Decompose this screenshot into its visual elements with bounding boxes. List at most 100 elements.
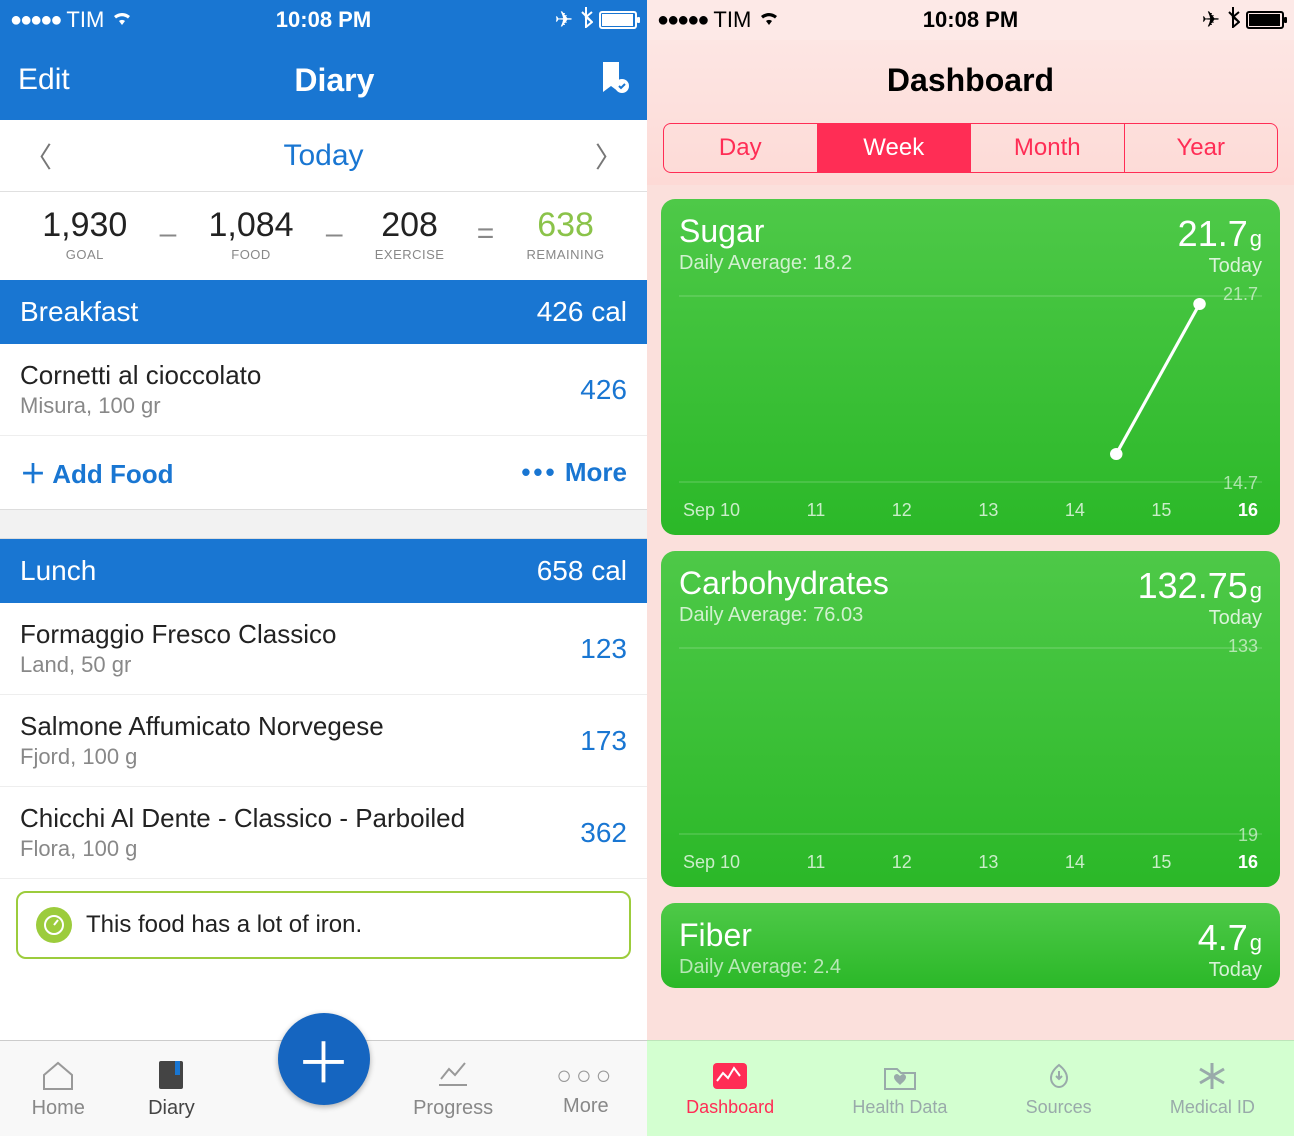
- food-detail: Flora, 100 g: [20, 836, 465, 862]
- y-max-label: 133: [1228, 636, 1258, 657]
- food-calories: 426: [580, 374, 627, 406]
- edit-button[interactable]: Edit: [18, 63, 70, 97]
- x-axis: Sep 10111213141516: [679, 494, 1262, 525]
- tab-bar: Home Diary Progress ○○○ More ＋: [0, 1040, 647, 1136]
- location-icon: ✈: [1202, 7, 1220, 33]
- wifi-icon: [110, 7, 134, 33]
- time-range-segment: Day Week Month Year: [663, 123, 1278, 173]
- meal-name: Breakfast: [20, 296, 138, 328]
- food-insight[interactable]: This food has a lot of iron.: [16, 891, 631, 959]
- food-detail: Land, 50 gr: [20, 652, 336, 678]
- tab-home[interactable]: Home: [32, 1057, 85, 1120]
- tab-health-data[interactable]: Health Data: [852, 1059, 947, 1118]
- goal-label: GOAL: [42, 247, 127, 262]
- food-value: 1,084: [208, 206, 293, 245]
- sources-icon: [1040, 1059, 1078, 1093]
- battery-icon: [599, 11, 637, 29]
- next-day-button[interactable]: 〉: [595, 136, 623, 176]
- card-sublabel: Today: [1178, 255, 1262, 278]
- gauge-icon: [36, 907, 72, 943]
- card-average: Daily Average: 76.03: [679, 604, 889, 627]
- meal-calories: 426 cal: [537, 296, 627, 328]
- card-unit: g: [1250, 930, 1262, 955]
- food-row[interactable]: Formaggio Fresco ClassicoLand, 50 gr 123: [0, 603, 647, 695]
- card-unit: g: [1250, 578, 1262, 603]
- x-axis: Sep 10111213141516: [679, 846, 1262, 877]
- food-name: Salmone Affumicato Norvegese: [20, 711, 384, 742]
- food-detail: Fjord, 100 g: [20, 744, 384, 770]
- food-row[interactable]: Salmone Affumicato NorvegeseFjord, 100 g…: [0, 695, 647, 787]
- date-navigator: 〈 Today 〉: [0, 120, 647, 192]
- seg-year[interactable]: Year: [1125, 124, 1278, 172]
- seg-month[interactable]: Month: [971, 124, 1125, 172]
- meal-name: Lunch: [20, 555, 96, 587]
- food-calories: 362: [580, 817, 627, 849]
- bluetooth-icon: [579, 6, 593, 34]
- dashboard-icon: [711, 1059, 749, 1093]
- status-bar-left: ●●●●● TIM 10:08 PM ✈: [0, 0, 647, 40]
- y-max-label: 21.7: [1223, 284, 1258, 305]
- date-label[interactable]: Today: [283, 139, 363, 173]
- food-row[interactable]: Chicchi Al Dente - Classico - ParboiledF…: [0, 787, 647, 879]
- tab-diary[interactable]: Diary: [148, 1057, 195, 1120]
- meal-header-breakfast[interactable]: Breakfast 426 cal: [0, 280, 647, 344]
- tab-bar: Dashboard Health Data Sources Medical ID: [647, 1040, 1294, 1136]
- meal-calories: 658 cal: [537, 555, 627, 587]
- food-calories: 173: [580, 725, 627, 757]
- food-calories: 123: [580, 633, 627, 665]
- plus-icon: ＋: [20, 459, 52, 489]
- plus-icon: ＋: [296, 1019, 352, 1100]
- card-title: Fiber: [679, 917, 841, 954]
- card-title: Sugar: [679, 213, 852, 250]
- card-unit: g: [1250, 226, 1262, 251]
- battery-icon: [1246, 11, 1284, 29]
- tab-dashboard[interactable]: Dashboard: [686, 1059, 774, 1118]
- goal-value: 1,930: [42, 206, 127, 245]
- card-sugar[interactable]: Sugar Daily Average: 18.2 21.7 g Today 21…: [661, 199, 1280, 535]
- meal-actions: ＋ Add Food ••• More: [0, 436, 647, 509]
- exercise-label: EXERCISE: [375, 247, 445, 262]
- folder-heart-icon: [881, 1059, 919, 1093]
- tab-more[interactable]: ○○○ More: [556, 1060, 615, 1118]
- card-average: Daily Average: 18.2: [679, 252, 852, 275]
- minus-icon: –: [326, 217, 343, 251]
- wifi-icon: [757, 7, 781, 33]
- sugar-chart: 21.7 14.7: [679, 284, 1262, 494]
- book-icon: [153, 1057, 189, 1093]
- signal-dots-icon: ●●●●●: [10, 9, 60, 32]
- card-value: 132.75: [1138, 565, 1248, 606]
- meal-header-lunch[interactable]: Lunch 658 cal: [0, 539, 647, 603]
- card-sublabel: Today: [1198, 959, 1262, 982]
- insight-text: This food has a lot of iron.: [86, 911, 362, 939]
- prev-day-button[interactable]: 〈: [24, 136, 52, 176]
- status-bar-right: ●●●●● TIM 10:08 PM ✈: [647, 0, 1294, 40]
- signal-dots-icon: ●●●●●: [657, 9, 707, 32]
- equals-icon: =: [477, 217, 495, 251]
- tab-progress[interactable]: Progress: [413, 1057, 493, 1120]
- ellipsis-icon: ○○○: [556, 1060, 615, 1091]
- bluetooth-icon: [1226, 6, 1240, 34]
- add-food-button[interactable]: ＋ Add Food: [20, 454, 174, 491]
- card-sublabel: Today: [1138, 607, 1262, 630]
- food-row[interactable]: Cornetti al cioccolato Misura, 100 gr 42…: [0, 344, 647, 436]
- minus-icon: –: [160, 217, 177, 251]
- card-fiber[interactable]: Fiber Daily Average: 2.4 4.7g Today: [661, 903, 1280, 988]
- dashboard-scroll[interactable]: Sugar Daily Average: 18.2 21.7 g Today 21…: [647, 185, 1294, 1040]
- food-detail: Misura, 100 gr: [20, 393, 261, 419]
- tab-medical-id[interactable]: Medical ID: [1170, 1059, 1255, 1118]
- home-icon: [40, 1057, 76, 1093]
- carbs-chart: 133 19: [679, 636, 1262, 846]
- bookmark-check-icon[interactable]: [599, 60, 629, 101]
- tab-sources[interactable]: Sources: [1026, 1059, 1092, 1118]
- calorie-summary: 1,930GOAL – 1,084FOOD – 208EXERCISE = 63…: [0, 192, 647, 280]
- food-name: Chicchi Al Dente - Classico - Parboiled: [20, 803, 465, 834]
- seg-week[interactable]: Week: [818, 124, 972, 172]
- card-carbohydrates[interactable]: Carbohydrates Daily Average: 76.03 132.7…: [661, 551, 1280, 887]
- add-fab-button[interactable]: ＋: [278, 1013, 370, 1105]
- nav-bar: Edit Diary: [0, 40, 647, 120]
- card-value: 4.7: [1198, 917, 1248, 958]
- seg-day[interactable]: Day: [664, 124, 818, 172]
- clock: 10:08 PM: [923, 7, 1018, 33]
- more-button[interactable]: ••• More: [521, 457, 627, 488]
- ellipsis-icon: •••: [521, 457, 557, 487]
